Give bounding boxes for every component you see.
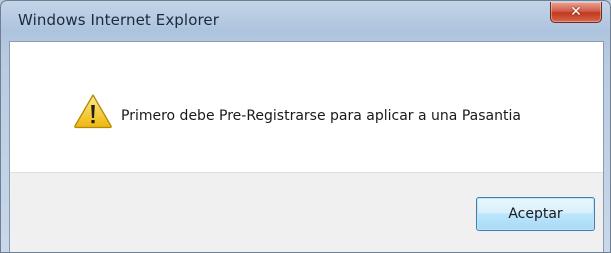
alert-dialog-window: Windows Internet Explorer ✕ Primero debe… [0, 0, 611, 253]
button-area: Aceptar [10, 172, 603, 252]
message-area: Primero debe Pre-Registrarse para aplica… [10, 42, 603, 172]
close-icon: ✕ [570, 4, 582, 20]
message-text: Primero debe Pre-Registrarse para aplica… [121, 108, 521, 124]
window-title: Windows Internet Explorer [18, 11, 220, 29]
title-bar[interactable]: Windows Internet Explorer ✕ [1, 1, 610, 41]
ok-button[interactable]: Aceptar [476, 197, 595, 231]
close-button[interactable]: ✕ [550, 2, 602, 23]
warning-icon [74, 94, 112, 129]
dialog-content: Primero debe Pre-Registrarse para aplica… [9, 41, 604, 252]
